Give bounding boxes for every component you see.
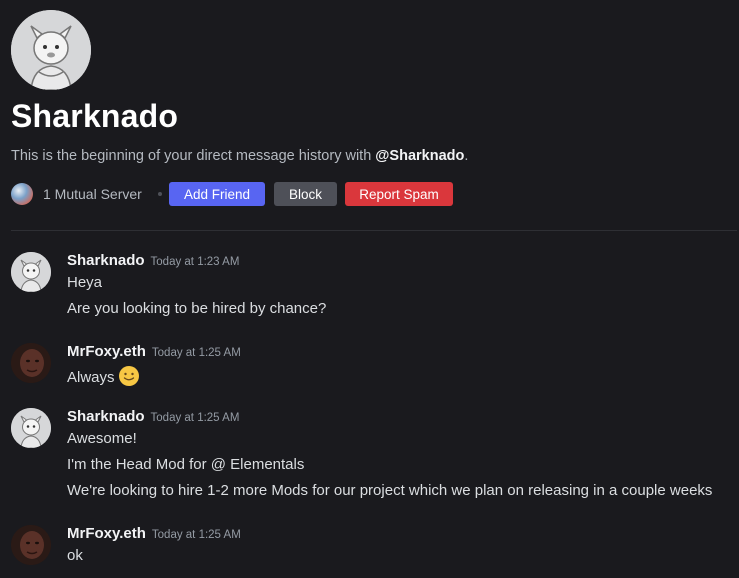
username[interactable]: Sharknado xyxy=(67,252,145,269)
username[interactable]: Sharknado xyxy=(67,408,145,425)
user-photo-icon xyxy=(11,525,51,565)
message-header: MrFoxy.eth Today at 1:25 AM xyxy=(67,343,241,361)
timestamp[interactable]: Today at 1:23 AM xyxy=(151,256,240,268)
message-header: Sharknado Today at 1:25 AM xyxy=(67,408,239,426)
intro-handle: @Sharknado xyxy=(375,148,465,164)
intro-end: . xyxy=(464,148,469,164)
profile-name: Sharknado xyxy=(11,98,179,134)
username[interactable]: MrFoxy.eth xyxy=(67,343,146,360)
message-header: Sharknado Today at 1:23 AM xyxy=(67,252,239,270)
message-text: Heya xyxy=(67,274,103,291)
separator-dot xyxy=(157,192,162,196)
dm-intro-text: This is the beginning of your direct mes… xyxy=(11,148,468,164)
avatar[interactable] xyxy=(11,525,51,565)
message-text: Always xyxy=(67,365,140,387)
profile-avatar[interactable] xyxy=(11,10,91,90)
message-text: Are you looking to be hired by chance? xyxy=(67,300,327,317)
divider xyxy=(11,230,737,231)
message-text: ok xyxy=(67,547,83,564)
bear-mascot-icon xyxy=(11,252,51,292)
avatar[interactable] xyxy=(11,408,51,448)
timestamp[interactable]: Today at 1:25 AM xyxy=(151,412,240,424)
mutual-servers[interactable]: 1 Mutual Server xyxy=(11,182,162,206)
message-line: Always xyxy=(67,369,115,386)
message-header: MrFoxy.eth Today at 1:25 AM xyxy=(67,525,241,543)
block-button[interactable]: Block xyxy=(274,182,337,206)
bear-mascot-icon xyxy=(11,10,91,90)
timestamp[interactable]: Today at 1:25 AM xyxy=(152,347,241,359)
timestamp[interactable]: Today at 1:25 AM xyxy=(152,529,241,541)
user-photo-icon xyxy=(11,343,51,383)
username[interactable]: MrFoxy.eth xyxy=(67,525,146,542)
report-spam-button[interactable]: Report Spam xyxy=(345,182,453,206)
avatar[interactable] xyxy=(11,343,51,383)
mutual-servers-label: 1 Mutual Server xyxy=(43,186,142,202)
message-text: We're looking to hire 1-2 more Mods for … xyxy=(67,482,713,499)
add-friend-button[interactable]: Add Friend xyxy=(169,182,265,206)
slightly-smiling-face-emoji-icon[interactable] xyxy=(118,365,140,387)
message-text: Awesome! xyxy=(67,430,137,447)
bear-mascot-icon xyxy=(11,408,51,448)
message-text: I'm the Head Mod for @ Elementals xyxy=(67,456,305,473)
avatar[interactable] xyxy=(11,252,51,292)
intro-text: This is the beginning of your direct mes… xyxy=(11,148,376,164)
server-icon xyxy=(11,183,33,205)
